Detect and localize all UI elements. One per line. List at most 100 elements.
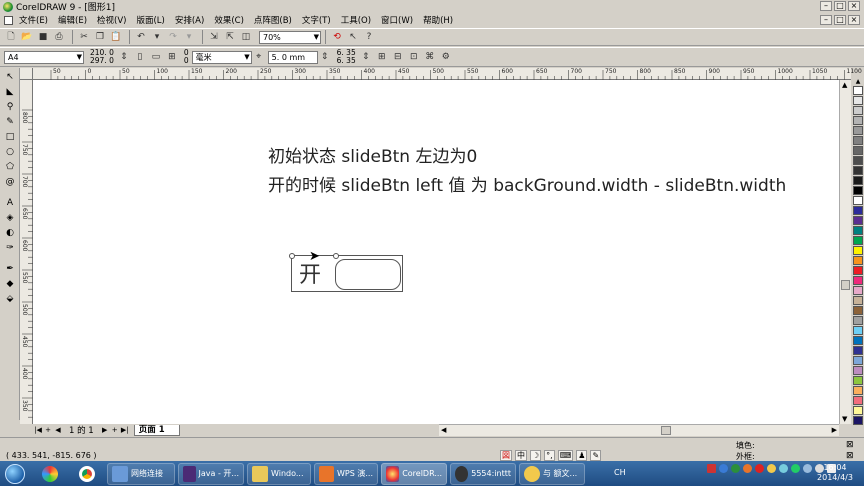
pinned-app-1[interactable]	[33, 463, 67, 485]
color-swatch[interactable]	[853, 346, 863, 355]
next-page-icon[interactable]: ▶	[100, 426, 110, 434]
selection-handle[interactable]	[333, 253, 339, 259]
outline-tool-icon[interactable]: ✒	[3, 262, 17, 275]
task-explorer[interactable]: Windo...	[247, 462, 311, 485]
bucket-fill-icon[interactable]: ⬙	[3, 292, 17, 305]
color-swatch[interactable]	[853, 206, 863, 215]
vertical-scroll-thumb[interactable]	[841, 280, 850, 290]
selection-handle[interactable]	[289, 253, 295, 259]
menu-file[interactable]: 文件(E)	[19, 14, 48, 26]
print-icon[interactable]: ⎙	[52, 30, 66, 44]
save-icon[interactable]: ■	[36, 30, 50, 44]
paper-type-select[interactable]: A4 ▼	[4, 50, 84, 64]
color-swatch[interactable]	[853, 176, 863, 185]
menu-effects[interactable]: 效果(C)	[214, 14, 244, 26]
interactive-fill-icon[interactable]: ◈	[3, 211, 17, 224]
scroll-right-icon[interactable]: ▶	[832, 426, 837, 434]
eyedropper-tool-icon[interactable]: ✑	[3, 241, 17, 254]
spinner-arrows-icon[interactable]: ⇕	[359, 50, 373, 64]
color-swatch[interactable]	[853, 236, 863, 245]
fill-swatch-icon[interactable]: ⊠	[846, 440, 854, 450]
doc-close-button[interactable]: ×	[848, 15, 860, 25]
add-page-before-icon[interactable]: +	[43, 426, 53, 434]
nudge-field[interactable]: 5. 0 mm	[267, 50, 318, 64]
color-swatch[interactable]	[853, 226, 863, 235]
paper-size-fields[interactable]: 210. 0 297. 0	[90, 49, 114, 65]
scroll-up-icon[interactable]: ▲	[842, 81, 847, 89]
tray-icon[interactable]	[779, 464, 788, 473]
scroll-left-icon[interactable]: ◀	[441, 426, 446, 434]
horizontal-scroll-thumb[interactable]	[661, 426, 671, 435]
system-clock[interactable]: 16:04 2014/4/3	[810, 463, 860, 483]
import-icon[interactable]: ⇲	[207, 30, 221, 44]
tray-help-icon[interactable]	[719, 464, 728, 473]
color-swatch[interactable]	[853, 376, 863, 385]
landscape-icon[interactable]: ▭	[149, 50, 163, 64]
snap-guidelines-icon[interactable]: ⊟	[391, 50, 405, 64]
start-button[interactable]	[0, 462, 30, 486]
color-swatch[interactable]	[853, 396, 863, 405]
color-swatch[interactable]	[853, 336, 863, 345]
ruler-origin[interactable]	[20, 68, 33, 80]
menu-layout[interactable]: 版面(L)	[136, 14, 164, 26]
task-chat[interactable]: 与 额文...	[519, 462, 585, 485]
menu-tools[interactable]: 工具(O)	[341, 14, 371, 26]
task-java[interactable]: Java - 开...	[178, 462, 244, 485]
scroll-down-icon[interactable]: ▼	[842, 415, 847, 423]
annotation-text-line-1[interactable]: 初始状态 slideBtn 左边为0	[268, 142, 477, 167]
menu-help[interactable]: 帮助(H)	[423, 14, 453, 26]
ime-tools-icon[interactable]: ✎	[590, 450, 602, 461]
dup-distance-spin[interactable]: 0 0	[184, 49, 189, 65]
color-swatch[interactable]	[853, 116, 863, 125]
palette-scroll-up-icon[interactable]: ▲	[852, 78, 864, 86]
task-network[interactable]: 网络连接	[107, 462, 175, 485]
vertical-ruler[interactable]: 800 750 700 650 600 550 500 450 400 350	[20, 80, 33, 424]
color-swatch[interactable]	[853, 126, 863, 135]
color-swatch[interactable]	[853, 96, 863, 105]
color-swatch[interactable]	[853, 106, 863, 115]
polygon-tool-icon[interactable]: ⬠	[3, 160, 17, 173]
color-swatch[interactable]	[853, 136, 863, 145]
set-default-icon[interactable]: ⊞	[165, 50, 179, 64]
doc-restore-button[interactable]: □	[834, 15, 846, 25]
color-swatch[interactable]	[853, 166, 863, 175]
color-swatch[interactable]	[853, 286, 863, 295]
doc-minimize-button[interactable]: –	[820, 15, 832, 25]
graphic-text-icon[interactable]: ⌘	[423, 50, 437, 64]
zoom-select[interactable]: 70% ▼	[259, 30, 321, 44]
pick-tool-icon[interactable]: ↖	[3, 70, 17, 83]
document-icon[interactable]	[4, 15, 13, 25]
color-swatch[interactable]	[853, 356, 863, 365]
paste-icon[interactable]: 📋	[109, 30, 123, 44]
pinned-chrome[interactable]	[70, 463, 104, 485]
undo-icon[interactable]: ↶	[134, 30, 148, 44]
color-swatch[interactable]	[853, 246, 863, 255]
color-swatch[interactable]	[853, 196, 863, 205]
text-tool-icon[interactable]: A	[3, 196, 17, 209]
ime-user-icon[interactable]: ♟	[576, 450, 588, 461]
color-swatch[interactable]	[853, 326, 863, 335]
prev-page-icon[interactable]: ◀	[53, 426, 63, 434]
tray-shield-icon[interactable]	[731, 464, 740, 473]
task-coreldraw[interactable]: CorelDR...	[381, 462, 447, 485]
ime-logo-icon[interactable]: 図	[500, 450, 512, 461]
tray-icon[interactable]	[707, 464, 716, 473]
menu-window[interactable]: 窗口(W)	[381, 14, 413, 26]
color-swatch[interactable]	[853, 406, 863, 415]
slide-button-rounded-rect[interactable]	[335, 259, 401, 290]
add-page-after-icon[interactable]: +	[110, 426, 120, 434]
whats-this-icon[interactable]: ↖	[346, 30, 360, 44]
last-page-icon[interactable]: ▶|	[120, 426, 130, 434]
spinner-arrows-icon[interactable]: ⇕	[318, 50, 332, 64]
shape-tool-icon[interactable]: ◣	[3, 85, 17, 98]
ime-punct-icon[interactable]: °,	[544, 450, 555, 461]
freehand-tool-icon[interactable]: ✎	[3, 115, 17, 128]
tray-icon[interactable]	[791, 464, 800, 473]
minimize-button[interactable]: –	[820, 1, 832, 11]
color-swatch[interactable]	[853, 386, 863, 395]
task-emulator[interactable]: 5554:inttt	[450, 462, 516, 485]
duplicate-offset-fields[interactable]: 6. 35 6. 35	[337, 49, 356, 65]
export-icon[interactable]: ⇱	[223, 30, 237, 44]
color-swatch[interactable]	[853, 186, 863, 195]
color-swatch[interactable]	[853, 416, 863, 425]
